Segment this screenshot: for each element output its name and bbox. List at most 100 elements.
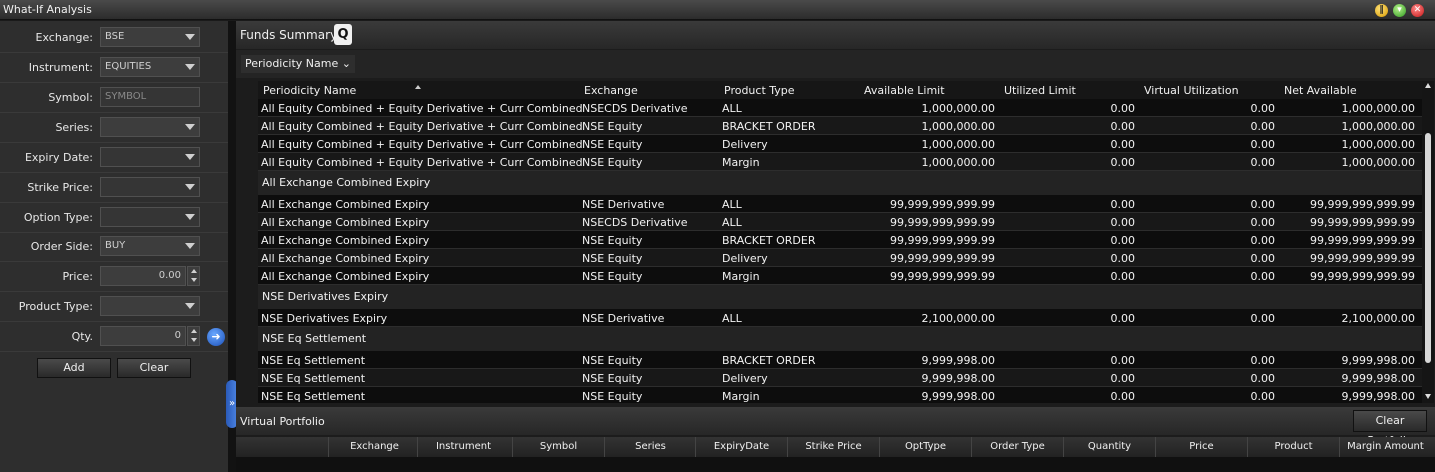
table-row[interactable]: NSE Eq Settlement NSE Equity BRACKET ORDER… — [258, 351, 1422, 369]
table-cell: 99,999,999,999.99 — [890, 270, 995, 283]
table-cell: NSE Equity — [582, 234, 643, 247]
table-row[interactable]: All Exchange Combined Expiry NSE Equity BR… — [258, 231, 1422, 249]
funds-summary-header: Funds Summary Q — [236, 21, 1435, 49]
table-row[interactable]: All Exchange Combined Expiry NSE Equity De… — [258, 249, 1422, 267]
table-row[interactable]: NSE Eq Settlement NSE Equity Delivery 9,999… — [258, 369, 1422, 387]
spin-up-icon[interactable] — [191, 269, 197, 273]
table-row[interactable]: All Equity Combined + Equity Derivative … — [258, 135, 1422, 153]
product-type-select[interactable] — [100, 296, 200, 316]
column-header[interactable]: Product Type — [724, 84, 795, 97]
table-cell: NSE Equity — [582, 270, 643, 283]
table-cell: 99,999,999,999.99 — [1310, 198, 1415, 211]
table-cell: 99,999,999,999.99 — [1310, 216, 1415, 229]
portfolio-column-header[interactable]: Series — [604, 437, 696, 457]
order-side-select[interactable]: BUY — [100, 236, 200, 256]
scroll-down-icon[interactable] — [1425, 394, 1431, 399]
clear-button[interactable]: Clear — [117, 358, 191, 378]
table-row[interactable]: All Exchange Combined Expiry NSE Derivati… — [258, 195, 1422, 213]
portfolio-column-header[interactable]: Price — [1155, 437, 1247, 457]
scroll-up-icon[interactable] — [1425, 83, 1431, 88]
table-row[interactable]: All Equity Combined + Equity Derivative … — [258, 117, 1422, 135]
price-row: Price: 0.00 — [0, 262, 228, 292]
qty-input[interactable]: 0 — [100, 326, 186, 346]
portfolio-column-header[interactable]: Exchange — [328, 437, 420, 457]
query-button[interactable]: Q — [334, 24, 352, 45]
expiry-date-select[interactable] — [100, 147, 200, 167]
chevron-down-icon — [185, 214, 195, 220]
portfolio-column-header[interactable]: Margin Amount — [1339, 437, 1431, 457]
scroll-thumb[interactable] — [1425, 133, 1431, 363]
portfolio-column-header[interactable]: OptType — [879, 437, 971, 457]
group-name: NSE Derivatives Expiry — [262, 290, 389, 303]
price-input[interactable]: 0.00 — [100, 266, 186, 286]
table-cell: 0.00 — [1110, 312, 1136, 325]
column-header[interactable]: Utilized Limit — [1004, 84, 1076, 97]
sort-asc-icon[interactable] — [415, 85, 421, 89]
expiry-date-label: Expiry Date: — [24, 151, 93, 164]
group-header[interactable]: −All Exchange Combined Expiry — [258, 171, 1422, 195]
spin-up-icon[interactable] — [191, 329, 197, 333]
clear-portfolio-button[interactable]: Clear Portfolio — [1353, 410, 1427, 447]
table-cell: 0.00 — [1110, 234, 1136, 247]
vertical-scrollbar[interactable] — [1422, 81, 1434, 403]
table-cell: 2,100,000.00 — [1341, 312, 1415, 325]
qty-row: Qty. 0 ➜ — [0, 322, 228, 352]
portfolio-column-header[interactable]: ExpiryDate — [695, 437, 787, 457]
group-header[interactable]: −NSE Derivatives Expiry — [258, 285, 1422, 309]
price-stepper[interactable] — [187, 266, 200, 286]
table-cell: 99,999,999,999.99 — [890, 252, 995, 265]
close-icon[interactable]: ✕ — [1411, 4, 1424, 17]
table-cell: 0.00 — [1250, 102, 1276, 115]
instrument-select[interactable]: EQUITIES — [100, 57, 200, 77]
arrow-go-icon[interactable]: ➜ — [207, 328, 225, 346]
table-row[interactable]: All Exchange Combined Expiry NSECDS Deriv… — [258, 213, 1422, 231]
column-header[interactable]: Net Available — [1284, 84, 1357, 97]
table-cell: NSE Eq Settlement — [261, 372, 366, 385]
portfolio-column-header[interactable]: Strike Price — [787, 437, 879, 457]
group-by-chip[interactable]: Periodicity Name ⌄ — [241, 55, 355, 73]
table-row[interactable]: NSE Eq Settlement NSE Equity Margin 9,999,9… — [258, 387, 1422, 403]
table-cell: 0.00 — [1110, 372, 1136, 385]
portfolio-column-header[interactable]: Symbol — [512, 437, 604, 457]
portfolio-column-header[interactable]: Product — [1247, 437, 1339, 457]
table-cell: 0.00 — [1110, 216, 1136, 229]
strike-price-select[interactable] — [100, 177, 200, 197]
portfolio-column-header[interactable]: Quantity — [1063, 437, 1155, 457]
symbol-label: Symbol: — [48, 91, 93, 104]
table-cell: 1,000,000.00 — [1341, 102, 1415, 115]
qty-stepper[interactable] — [187, 326, 200, 346]
table-cell: 2,100,000.00 — [921, 312, 995, 325]
virtual-portfolio-columns: Exchange Instrument Symbol Series ExpiryDate… — [236, 437, 1435, 457]
group-header[interactable]: −NSE Eq Settlement — [258, 327, 1422, 351]
exchange-select[interactable]: BSE — [100, 27, 200, 47]
symbol-input[interactable]: SYMBOL — [100, 87, 200, 107]
column-header[interactable]: Available Limit — [864, 84, 945, 97]
pause-icon[interactable]: ‖ — [1375, 4, 1388, 17]
table-cell: 1,000,000.00 — [921, 156, 995, 169]
add-button[interactable]: Add — [37, 358, 111, 378]
table-row[interactable]: All Equity Combined + Equity Derivative … — [258, 99, 1422, 117]
symbol-placeholder: SYMBOL — [105, 91, 147, 102]
funds-summary-area: Funds Summary Q Periodicity Name ⌄ Perio… — [236, 21, 1435, 472]
table-cell: All Equity Combined + Equity Derivative … — [261, 102, 583, 115]
portfolio-column-header[interactable]: Instrument — [417, 437, 509, 457]
portfolio-column-header[interactable]: Order Type — [971, 437, 1063, 457]
exchange-value: BSE — [105, 31, 125, 42]
spin-down-icon[interactable] — [191, 338, 197, 342]
table-cell: 1,000,000.00 — [1341, 156, 1415, 169]
column-header[interactable]: Exchange — [584, 84, 638, 97]
table-row[interactable]: NSE Derivatives Expiry NSE Derivative ALL 2… — [258, 309, 1422, 327]
option-type-select[interactable] — [100, 207, 200, 227]
table-cell: Delivery — [722, 372, 768, 385]
spin-down-icon[interactable] — [191, 278, 197, 282]
series-select[interactable] — [100, 117, 200, 137]
minimize-icon[interactable]: ▾ — [1393, 4, 1406, 17]
table-row[interactable]: All Equity Combined + Equity Derivative … — [258, 153, 1422, 171]
column-header[interactable]: Periodicity Name — [263, 84, 356, 97]
table-row[interactable]: All Exchange Combined Expiry NSE Equity Ma… — [258, 267, 1422, 285]
option-type-row: Option Type: — [0, 203, 228, 233]
chevron-down-icon — [185, 303, 195, 309]
table-cell: BRACKET ORDER — [722, 354, 816, 367]
exchange-row: Exchange: BSE — [0, 23, 228, 53]
column-header[interactable]: Virtual Utilization — [1144, 84, 1239, 97]
